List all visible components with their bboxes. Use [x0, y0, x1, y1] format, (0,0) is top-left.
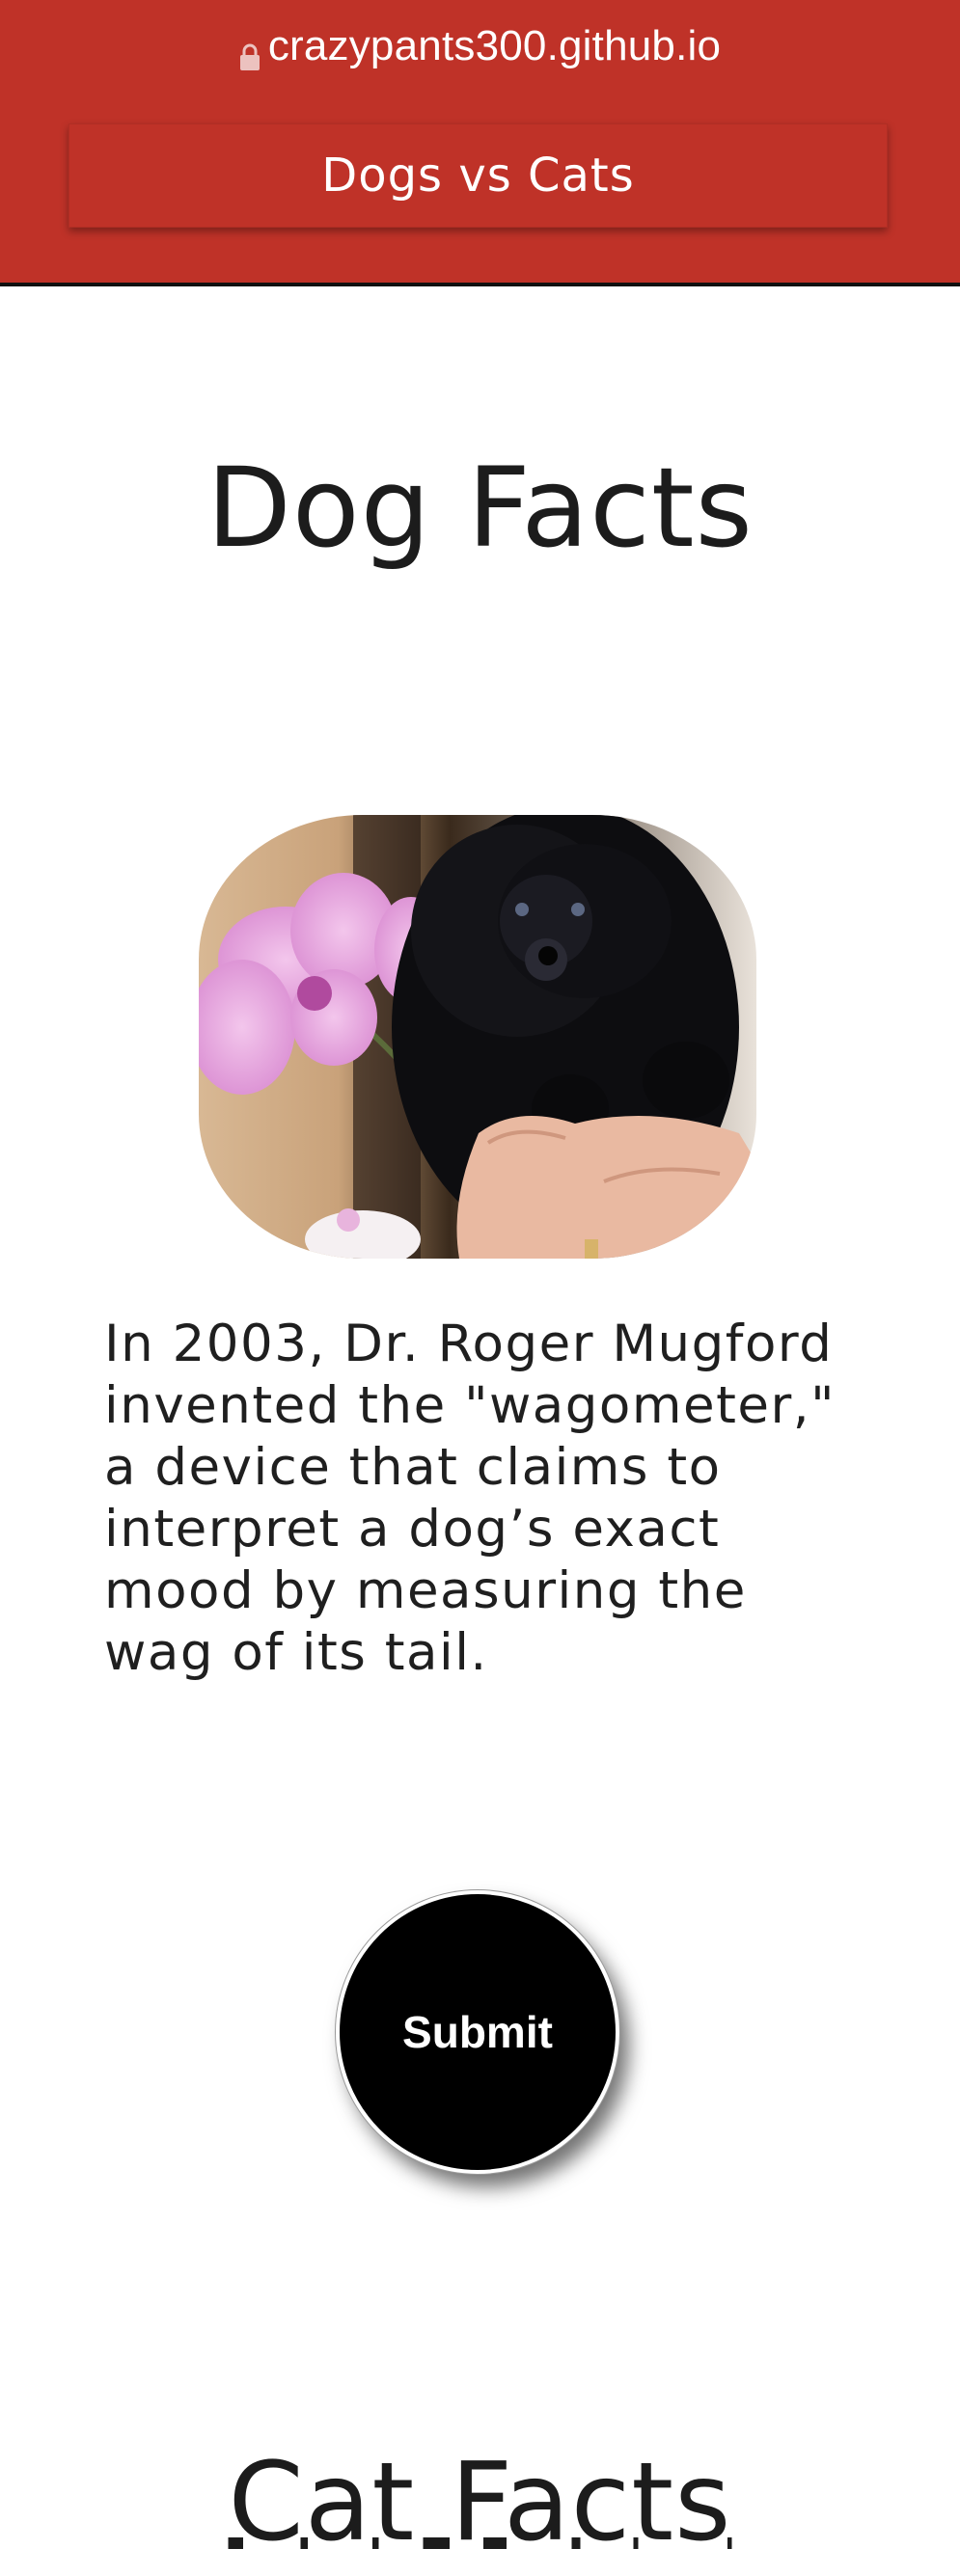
cat-facts-link-text[interactable]: Cat Facts: [229, 2440, 732, 2565]
submit-button-label: Submit: [402, 2007, 553, 2057]
dog-facts-heading: Dog Facts: [206, 444, 754, 572]
url-bar[interactable]: crazypants300.github.io: [0, 21, 960, 71]
dog-photo: [199, 815, 756, 1259]
submit-button[interactable]: Submit: [336, 1890, 619, 2174]
dog-fact-text: In 2003, Dr. Roger Mugford invented the …: [104, 1315, 836, 1682]
cat-facts-heading[interactable]: Cat Facts: [0, 2440, 960, 2565]
nav-button-label: Dogs vs Cats: [321, 149, 635, 203]
browser-top-bar: crazypants300.github.io: [0, 0, 960, 95]
lock-icon: [239, 34, 261, 70]
url-text: crazypants300.github.io: [267, 22, 722, 69]
dogs-vs-cats-button[interactable]: Dogs vs Cats: [69, 123, 888, 228]
